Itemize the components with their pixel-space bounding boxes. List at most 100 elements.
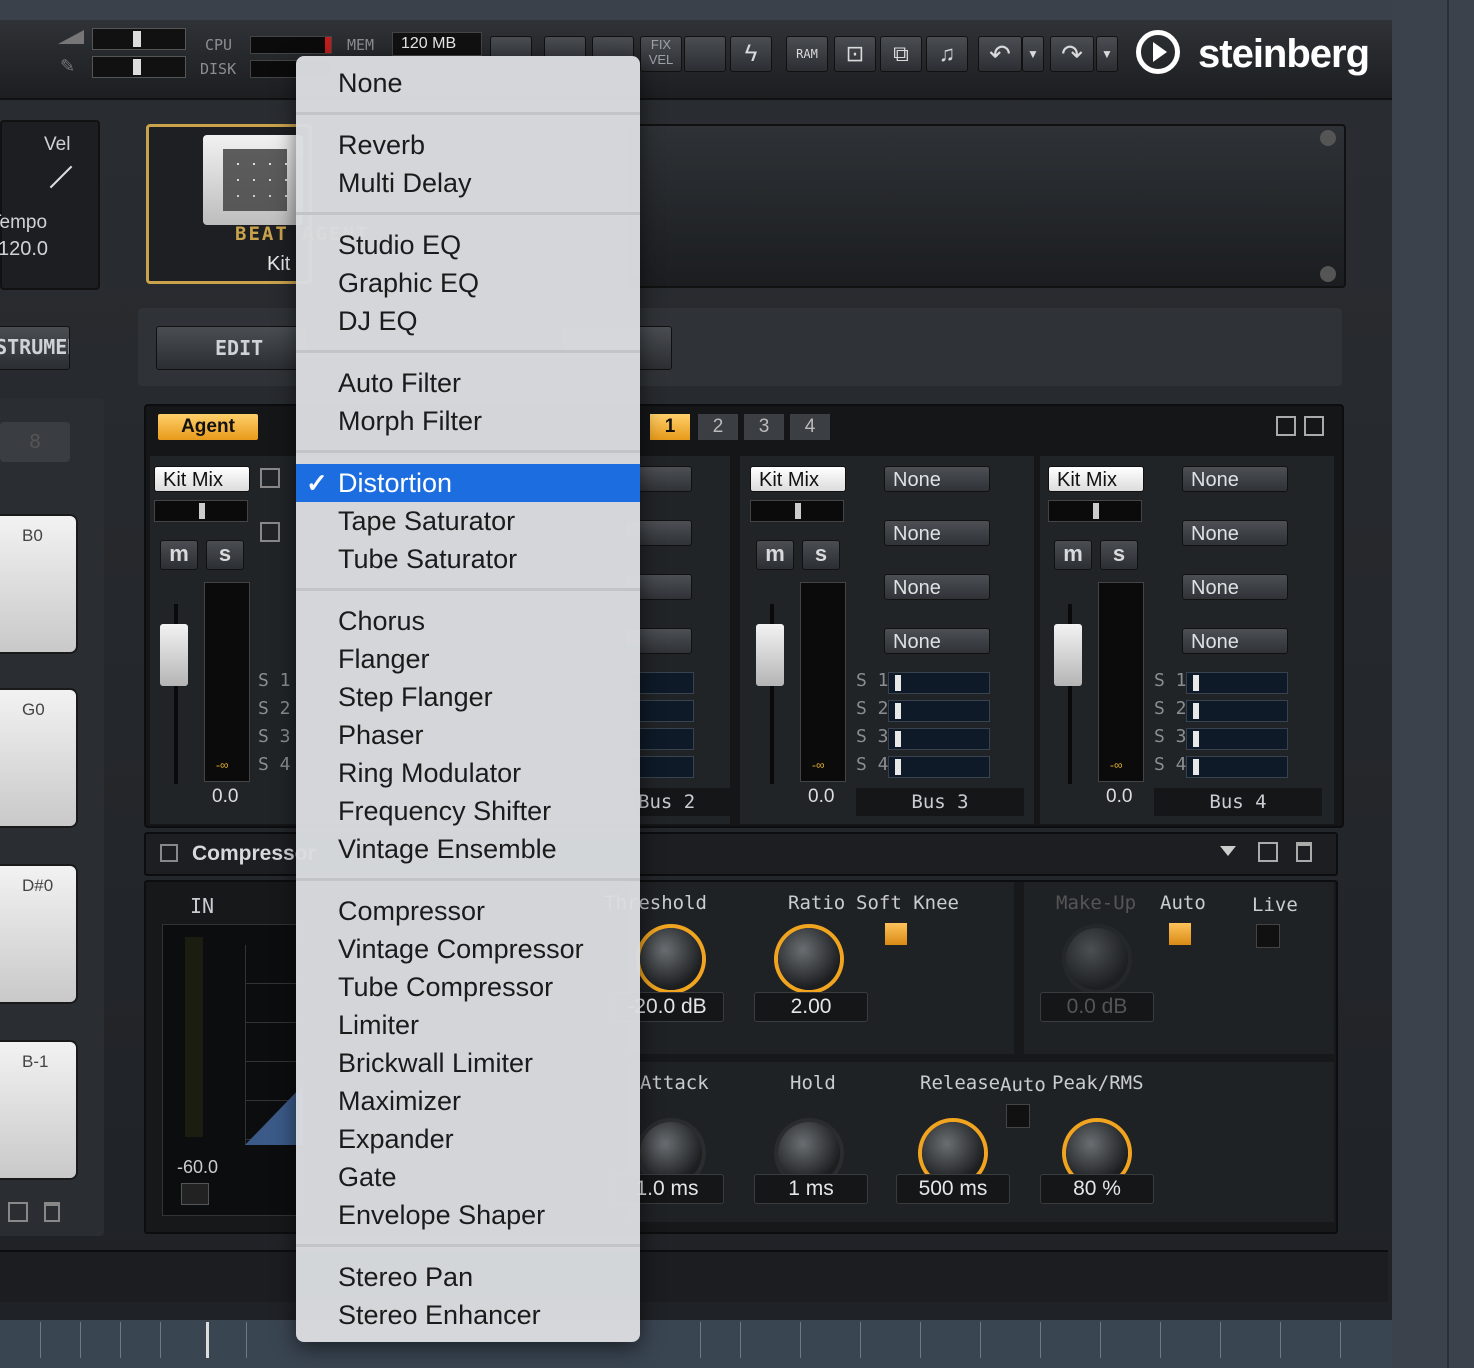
- add-slot-icon[interactable]: [1320, 130, 1336, 146]
- menu-item-dj-eq[interactable]: DJ EQ: [296, 302, 640, 340]
- pan-slider[interactable]: [750, 500, 844, 522]
- plug-icon[interactable]: ⊡: [834, 36, 876, 72]
- menu-item-envelope-shaper[interactable]: Envelope Shaper: [296, 1196, 640, 1234]
- mute-button[interactable]: m: [756, 540, 794, 570]
- preset-chevron-down-icon[interactable]: [1220, 846, 1236, 856]
- edit-button[interactable]: EDIT: [156, 326, 308, 370]
- send-4-slider[interactable]: [1186, 756, 1288, 778]
- channel-input-select[interactable]: Kit Mix: [750, 466, 846, 492]
- menu-item-tube-saturator[interactable]: Tube Saturator: [296, 540, 640, 578]
- menu-item-vintage-compressor[interactable]: Vintage Compressor: [296, 930, 640, 968]
- bus-tab-3[interactable]: 3: [744, 414, 784, 440]
- ratio-knob[interactable]: [778, 928, 840, 990]
- menu-item-none[interactable]: None: [296, 64, 640, 102]
- delete-preset-icon[interactable]: [1296, 842, 1312, 862]
- send-1-slider[interactable]: [888, 672, 990, 694]
- pad-b-1[interactable]: B-1: [0, 1042, 76, 1178]
- agent-tab[interactable]: Agent: [158, 414, 258, 440]
- menu-item-brickwall-limiter[interactable]: Brickwall Limiter: [296, 1044, 640, 1082]
- channel-input-select[interactable]: Kit Mix: [1048, 466, 1144, 492]
- volume-fader[interactable]: [756, 624, 784, 686]
- menu-item-graphic-eq[interactable]: Graphic EQ: [296, 264, 640, 302]
- pan-slider[interactable]: [154, 500, 248, 522]
- pad-b0[interactable]: B0: [0, 516, 76, 652]
- add-slot-icon[interactable]: [1320, 266, 1336, 282]
- insert-slot-2[interactable]: None: [884, 520, 990, 546]
- menu-item-studio-eq[interactable]: Studio EQ: [296, 226, 640, 264]
- makeup-value[interactable]: 0.0 dB: [1040, 992, 1154, 1022]
- send-2-slider[interactable]: [888, 700, 990, 722]
- mute-button[interactable]: m: [1054, 540, 1092, 570]
- solo-mode-icon[interactable]: [1304, 416, 1324, 436]
- menu-item-multi-delay[interactable]: Multi Delay: [296, 164, 640, 202]
- save-preset-icon[interactable]: [1258, 842, 1278, 862]
- menu-item-vintage-ensemble[interactable]: Vintage Ensemble: [296, 830, 640, 868]
- instrument-button[interactable]: INSTRUMENT: [0, 326, 70, 370]
- peak-rms-value[interactable]: 80 %: [1040, 1174, 1154, 1204]
- pad-d-sharp-0[interactable]: D#0: [0, 866, 76, 1002]
- makeup-knob[interactable]: [1066, 928, 1128, 990]
- pad-count[interactable]: 8: [0, 422, 70, 462]
- menu-item-flanger[interactable]: Flanger: [296, 640, 640, 678]
- bus-tab-2[interactable]: 2: [698, 414, 738, 440]
- trash-icon[interactable]: [44, 1202, 60, 1222]
- master-tune-slider[interactable]: [92, 56, 186, 78]
- insert-toggle-icon[interactable]: [260, 522, 280, 542]
- menu-item-stereo-pan[interactable]: Stereo Pan: [296, 1258, 640, 1296]
- solo-button[interactable]: s: [1100, 540, 1138, 570]
- fix-vel-button[interactable]: FIX VEL: [640, 36, 682, 72]
- mixer-layout-icon[interactable]: [1276, 416, 1296, 436]
- master-volume-slider[interactable]: [92, 28, 186, 50]
- menu-item-limiter[interactable]: Limiter: [296, 1006, 640, 1044]
- send-2-slider[interactable]: [1186, 700, 1288, 722]
- soft-knee-toggle[interactable]: [884, 922, 908, 946]
- menu-item-chorus[interactable]: Chorus: [296, 602, 640, 640]
- bus-tab-4[interactable]: 4: [790, 414, 830, 440]
- insert-slot-4[interactable]: None: [884, 628, 990, 654]
- instrument-slot[interactable]: BEAT AGENT Kit: [146, 124, 367, 284]
- pan-slider[interactable]: [1048, 500, 1142, 522]
- live-toggle[interactable]: [1256, 924, 1280, 948]
- threshold-knob[interactable]: [640, 928, 702, 990]
- undo-icon[interactable]: ↶: [978, 36, 1022, 72]
- menu-item-auto-filter[interactable]: Auto Filter: [296, 364, 640, 402]
- menu-item-distortion[interactable]: ✓ Distortion: [296, 464, 640, 502]
- insert-toggle-icon[interactable]: [260, 468, 280, 488]
- menu-item-expander[interactable]: Expander: [296, 1120, 640, 1158]
- menu-item-maximizer[interactable]: Maximizer: [296, 1082, 640, 1120]
- send-3-slider[interactable]: [1186, 728, 1288, 750]
- release-auto-toggle[interactable]: [1006, 1104, 1030, 1128]
- menu-item-ring-modulator[interactable]: Ring Modulator: [296, 754, 640, 792]
- hold-value[interactable]: 1 ms: [754, 1174, 868, 1204]
- redo-history-chevron-icon[interactable]: ▼: [1096, 36, 1118, 72]
- ram-save-button[interactable]: RAM: [786, 36, 828, 72]
- menu-item-reverb[interactable]: Reverb: [296, 126, 640, 164]
- release-value[interactable]: 500 ms: [896, 1174, 1010, 1204]
- velocity-value-icon[interactable]: [684, 36, 726, 72]
- menu-item-tube-compressor[interactable]: Tube Compressor: [296, 968, 640, 1006]
- module-bypass-icon[interactable]: [160, 844, 178, 862]
- volume-fader[interactable]: [1054, 624, 1082, 686]
- menu-item-compressor[interactable]: Compressor: [296, 892, 640, 930]
- redo-icon[interactable]: ↷: [1050, 36, 1094, 72]
- volume-fader[interactable]: [160, 624, 188, 686]
- insert-slot-1[interactable]: None: [1182, 466, 1288, 492]
- solo-button[interactable]: s: [802, 540, 840, 570]
- send-1-slider[interactable]: [1186, 672, 1288, 694]
- ratio-value[interactable]: 2.00: [754, 992, 868, 1022]
- insert-slot-2[interactable]: None: [1182, 520, 1288, 546]
- solo-button[interactable]: s: [206, 540, 244, 570]
- pad-g0[interactable]: G0: [0, 690, 76, 826]
- note-icon[interactable]: ♫: [926, 36, 968, 72]
- menu-item-phaser[interactable]: Phaser: [296, 716, 640, 754]
- send-4-slider[interactable]: [888, 756, 990, 778]
- save-icon[interactable]: [8, 1202, 28, 1222]
- insert-slot-3[interactable]: None: [1182, 574, 1288, 600]
- insert-slot-1[interactable]: None: [884, 466, 990, 492]
- menu-item-gate[interactable]: Gate: [296, 1158, 640, 1196]
- mute-button[interactable]: m: [160, 540, 198, 570]
- bus-tab-1[interactable]: 1: [650, 414, 690, 440]
- insert-slot-3[interactable]: None: [884, 574, 990, 600]
- send-3-slider[interactable]: [888, 728, 990, 750]
- insert-slot-4[interactable]: None: [1182, 628, 1288, 654]
